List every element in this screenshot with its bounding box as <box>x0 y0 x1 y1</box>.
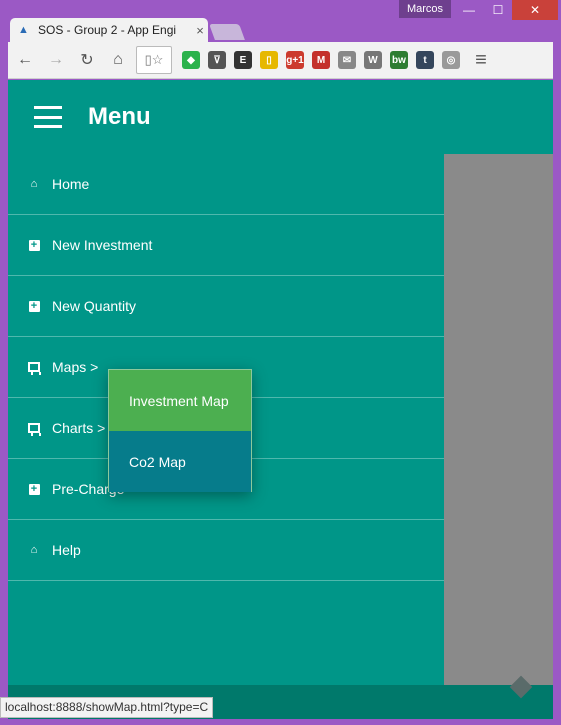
submenu-item-co2-map[interactable]: Co2 Map <box>109 431 251 492</box>
home-icon: ⌂ <box>30 544 38 556</box>
nav-item-new-investment[interactable]: + New Investment <box>8 215 444 276</box>
plus-square-icon: + <box>28 300 40 312</box>
nav-item-help[interactable]: ⌂ Help <box>8 520 444 581</box>
browser-toolbar: ← → ↻ ⌂ ▯ ☆ ◆ ⊽ E ▯ g+1 M ✉ Wbw t ◎ ≡ <box>8 42 553 79</box>
board-icon <box>28 361 41 375</box>
address-bar[interactable]: ▯ ☆ <box>136 46 172 74</box>
pocket-icon[interactable]: ⊽ <box>208 51 226 69</box>
feedly-icon[interactable]: ◆ <box>182 51 200 69</box>
reload-icon[interactable]: ↻ <box>74 47 100 73</box>
nav-item-label: Home <box>52 176 90 192</box>
status-bar-url: localhost:8888/showMap.html?type=C <box>0 697 214 718</box>
gmail-icon[interactable]: M <box>312 51 330 69</box>
steering-icon[interactable]: ◎ <box>442 51 460 69</box>
nav-item-label: New Investment <box>52 237 153 253</box>
page-viewport: Menu ⌂ Home + New Investment + New Quant… <box>8 80 553 719</box>
chrome-menu-icon[interactable]: ≡ <box>468 47 494 73</box>
back-icon[interactable]: ← <box>12 47 38 73</box>
google-plus-icon[interactable]: g+1 <box>286 51 304 69</box>
new-tab-button[interactable] <box>209 24 245 40</box>
minimize-button[interactable]: — <box>455 0 483 20</box>
home-icon: ⌂ <box>30 178 38 190</box>
browser-tab[interactable]: ▲ SOS - Group 2 - App Engi × <box>10 18 208 42</box>
page-icon: ▯ <box>144 52 152 67</box>
evernote-icon[interactable]: E <box>234 51 252 69</box>
tab-title: SOS - Group 2 - App Engi <box>38 23 177 37</box>
submenu-item-investment-map[interactable]: Investment Map <box>109 370 251 431</box>
menu-title: Menu <box>88 103 151 130</box>
close-window-button[interactable]: ✕ <box>512 0 558 20</box>
forward-icon[interactable]: → <box>43 47 69 73</box>
phone-icon[interactable]: ▯ <box>260 51 278 69</box>
nav-item-label: Maps > <box>52 359 99 375</box>
drawer-header: Menu <box>8 80 444 154</box>
star-icon[interactable]: ☆ <box>152 52 164 68</box>
home-icon[interactable]: ⌂ <box>105 47 131 73</box>
wikipedia-icon[interactable]: W <box>364 51 382 69</box>
nav-item-home[interactable]: ⌂ Home <box>8 154 444 215</box>
bw-icon[interactable]: bw <box>390 51 408 69</box>
nav-item-label: Help <box>52 542 81 558</box>
tab-close-icon[interactable]: × <box>192 23 208 38</box>
nav-item-label: New Quantity <box>52 298 137 314</box>
board-icon <box>28 422 41 436</box>
plus-square-icon: + <box>28 483 40 495</box>
profile-badge[interactable]: Marcos <box>399 0 451 18</box>
hamburger-icon[interactable] <box>34 106 62 128</box>
extensions-area: ◆ ⊽ E ▯ g+1 M ✉ Wbw t ◎ <box>178 51 464 69</box>
mail-icon[interactable]: ✉ <box>338 51 356 69</box>
nav-item-new-quantity[interactable]: + New Quantity <box>8 276 444 337</box>
tumblr-icon[interactable]: t <box>416 51 434 69</box>
favicon-icon: ▲ <box>18 24 29 36</box>
maximize-button[interactable]: ☐ <box>484 0 512 20</box>
maps-submenu: Investment Map Co2 Map <box>108 369 252 492</box>
nav-item-label: Charts > <box>52 420 106 436</box>
plus-square-icon: + <box>28 239 40 251</box>
